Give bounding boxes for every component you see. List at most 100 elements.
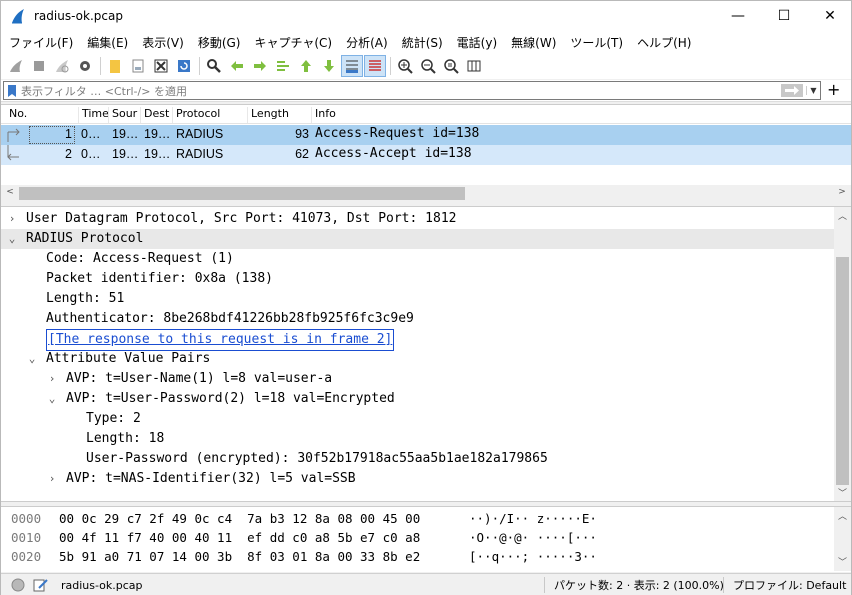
detail-avp-length[interactable]: Length: 18 — [1, 429, 834, 449]
menu-edit[interactable]: 編集(E) — [79, 34, 134, 51]
save-file-button[interactable] — [127, 55, 149, 77]
scroll-down-icon[interactable]: ﹀ — [834, 555, 851, 568]
column-header-source[interactable]: Sour — [108, 107, 140, 123]
detail-avp-encrypted[interactable]: User-Password (encrypted): 30f52b17918ac… — [1, 449, 834, 469]
detail-response-link[interactable]: [The response to this request is in fram… — [1, 329, 834, 351]
maximize-icon: ☐ — [777, 8, 791, 24]
collapse-icon[interactable]: ⌄ — [5, 229, 19, 249]
detail-avp-nas[interactable]: › AVP: t=NAS-Identifier(32) l=5 val=SSB — [1, 469, 834, 489]
scroll-thumb[interactable] — [836, 257, 849, 485]
expand-icon[interactable]: › — [5, 209, 19, 229]
menu-telephony[interactable]: 電話(y) — [449, 34, 503, 51]
filter-history-dropdown[interactable]: ▼ — [806, 86, 820, 95]
menu-help[interactable]: ヘルプ(H) — [629, 34, 697, 51]
detail-udp[interactable]: › User Datagram Protocol, Src Port: 41073… — [1, 209, 834, 229]
details-vscrollbar[interactable]: ︿ ﹀ — [834, 207, 851, 501]
close-file-icon — [154, 59, 168, 73]
reload-icon — [178, 60, 190, 72]
scroll-left-icon[interactable]: < — [3, 187, 17, 200]
column-header-info[interactable]: Info — [311, 107, 851, 123]
bookmark-icon[interactable] — [7, 84, 17, 98]
detail-length[interactable]: Length: 51 — [1, 289, 834, 309]
column-header-length[interactable]: Length — [247, 107, 311, 123]
bytes-vscrollbar[interactable]: ︿ ﹀ — [834, 507, 851, 571]
packet-time: 0… — [81, 147, 101, 161]
menu-file[interactable]: ファイル(F) — [1, 34, 79, 51]
arrow-down-icon — [324, 60, 334, 72]
packet-row-2[interactable]: 2 0… 19… 19… RADIUS 62 Access-Accept id=… — [1, 145, 851, 165]
packet-time: 0… — [81, 127, 101, 141]
autoscroll-button[interactable] — [341, 55, 363, 77]
zoom-in-button[interactable] — [394, 55, 416, 77]
close-button[interactable]: ✕ — [807, 1, 852, 31]
detail-avp-type[interactable]: Type: 2 — [1, 409, 834, 429]
resize-columns-button[interactable] — [463, 55, 485, 77]
folder-icon — [110, 60, 120, 73]
minimize-button[interactable]: — — [715, 1, 761, 31]
stop-capture-button[interactable] — [28, 55, 50, 77]
scroll-up-icon[interactable]: ︿ — [834, 509, 851, 522]
collapse-icon[interactable]: ⌄ — [45, 389, 59, 409]
detail-avp-username[interactable]: › AVP: t=User-Name(1) l=8 val=user-a — [1, 369, 834, 389]
collapse-icon[interactable]: ⌄ — [25, 349, 39, 369]
column-header-time[interactable]: Time — [78, 107, 108, 123]
find-packet-button[interactable] — [203, 55, 225, 77]
detail-text: RADIUS Protocol — [26, 231, 144, 246]
display-filter-input[interactable]: 表示フィルタ … <Ctrl-/> を適用 ▼ — [3, 81, 821, 100]
reload-file-button[interactable] — [173, 55, 195, 77]
menu-capture[interactable]: キャプチャ(C) — [246, 34, 338, 51]
detail-text: User-Password (encrypted): 30f52b17918ac… — [86, 451, 548, 466]
expand-icon[interactable]: › — [45, 469, 59, 489]
detail-text: Type: 2 — [86, 411, 141, 426]
column-header-dest[interactable]: Dest — [140, 107, 172, 123]
column-header-protocol[interactable]: Protocol — [172, 107, 247, 123]
close-file-button[interactable] — [150, 55, 172, 77]
expand-icon[interactable]: › — [45, 369, 59, 389]
open-file-button[interactable] — [104, 55, 126, 77]
menu-statistics[interactable]: 統計(S) — [394, 34, 449, 51]
first-packet-button[interactable] — [295, 55, 317, 77]
apply-filter-button[interactable] — [781, 84, 803, 97]
arrow-right-icon — [785, 86, 799, 95]
scroll-right-icon[interactable]: > — [835, 187, 849, 200]
capture-comment-icon[interactable] — [33, 577, 49, 593]
packet-row-1[interactable]: 1 0… 19… 19… RADIUS 93 Access-Request id… — [1, 125, 851, 145]
detail-text: Attribute Value Pairs — [46, 351, 211, 366]
detail-avp-group[interactable]: ⌄ Attribute Value Pairs — [1, 349, 834, 369]
go-forward-button[interactable] — [249, 55, 271, 77]
add-filter-button[interactable]: + — [827, 81, 840, 99]
close-icon: ✕ — [824, 8, 836, 24]
menu-view[interactable]: 表示(V) — [134, 34, 190, 51]
scroll-down-icon[interactable]: ﹀ — [834, 486, 851, 500]
response-frame-link[interactable]: [The response to this request is in fram… — [46, 329, 395, 351]
go-back-button[interactable] — [226, 55, 248, 77]
hex-bytes: 00 0c 29 c7 2f 49 0c c4 7a b3 12 8a 08 0… — [59, 511, 421, 526]
maximize-button[interactable]: ☐ — [761, 1, 807, 31]
last-packet-button[interactable] — [318, 55, 340, 77]
packet-list-hscrollbar[interactable]: < > — [1, 185, 851, 202]
wireshark-window: radius-ok.pcap — ☐ ✕ ファイル(F) 編集(E) 表示(V)… — [0, 0, 852, 595]
menu-tools[interactable]: ツール(T) — [562, 34, 629, 51]
start-capture-button[interactable] — [5, 55, 27, 77]
detail-authenticator[interactable]: Authenticator: 8be268bdf41226bb28fb925f6… — [1, 309, 834, 329]
capture-options-button[interactable] — [74, 55, 96, 77]
detail-avp-password[interactable]: ⌄ AVP: t=User-Password(2) l=18 val=Encryp… — [1, 389, 834, 409]
expert-info-icon[interactable] — [11, 577, 25, 593]
normal-size-button[interactable] — [440, 55, 462, 77]
go-to-packet-button[interactable] — [272, 55, 294, 77]
column-header-no[interactable]: No. — [6, 107, 78, 123]
scroll-up-icon[interactable]: ︿ — [834, 209, 851, 223]
arrow-right-icon — [254, 61, 266, 71]
detail-code[interactable]: Code: Access-Request (1) — [1, 249, 834, 269]
menu-analyze[interactable]: 分析(A) — [338, 34, 394, 51]
menu-wireless[interactable]: 無線(W) — [503, 34, 562, 51]
detail-packet-id[interactable]: Packet identifier: 0x8a (138) — [1, 269, 834, 289]
detail-radius[interactable]: ⌄ RADIUS Protocol — [1, 229, 834, 249]
zoom-out-button[interactable] — [417, 55, 439, 77]
status-profile[interactable]: プロファイル: Default — [733, 577, 846, 593]
menu-go[interactable]: 移動(G) — [190, 34, 247, 51]
scroll-thumb[interactable] — [19, 187, 465, 200]
restart-capture-button[interactable] — [51, 55, 73, 77]
hex-ascii: ··)·/I·· z·····E· — [469, 511, 597, 526]
colorize-button[interactable] — [364, 55, 386, 77]
